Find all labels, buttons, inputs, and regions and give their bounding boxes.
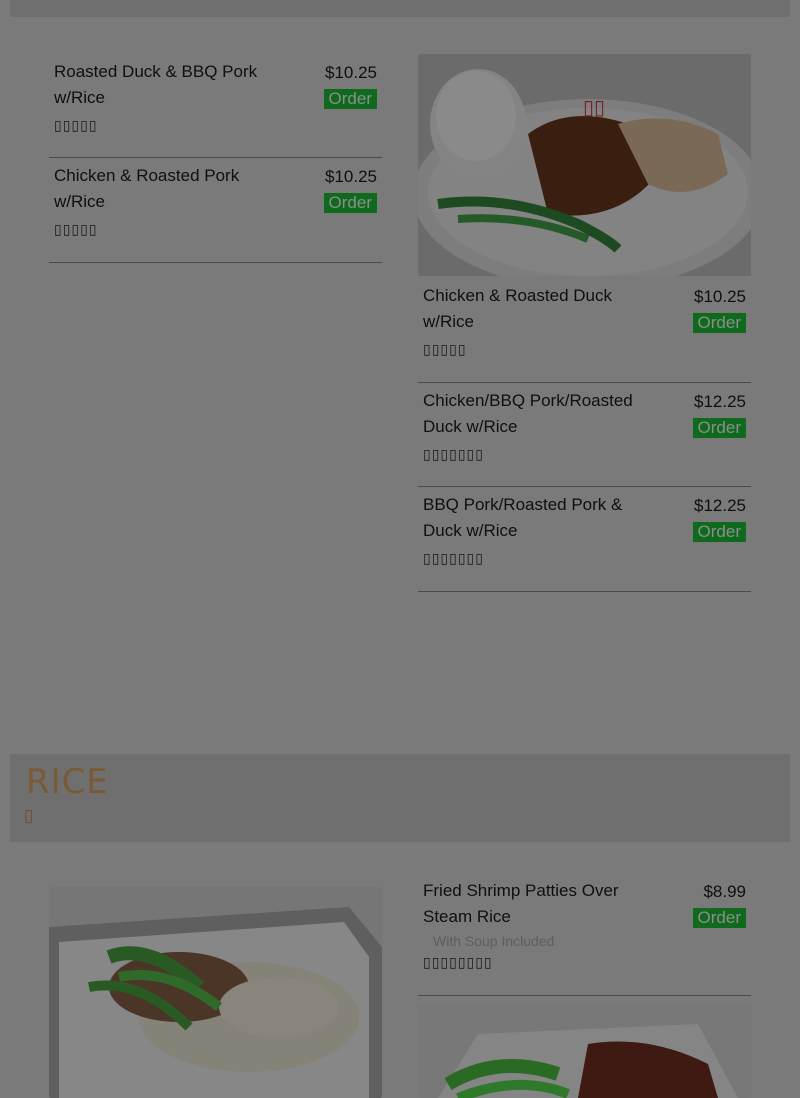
svg-text:▯▯: ▯▯ <box>583 95 605 119</box>
item-price: $8.99 <box>703 882 746 901</box>
item-name: Chicken/BBQ Pork/Roasted Duck w/Rice <box>423 391 633 436</box>
rice-dish-photo[interactable] <box>49 887 382 1098</box>
menu-list-right: Chicken & Roasted Duck w/Rice ▯▯▯▯▯ $10.… <box>418 278 751 592</box>
order-button[interactable]: Order <box>692 522 746 542</box>
menu-item: Chicken/BBQ Pork/Roasted Duck w/Rice ▯▯▯… <box>418 383 751 487</box>
item-price: $12.25 <box>694 496 746 515</box>
item-chinese-name: ▯▯▯▯▯▯▯ <box>423 446 484 462</box>
price-box: $8.99 Order <box>692 880 746 928</box>
item-chinese-name: ▯▯▯▯▯▯▯▯ <box>423 954 493 970</box>
menu-item: Roasted Duck & BBQ Pork w/Rice ▯▯▯▯▯ $10… <box>49 54 382 158</box>
price-box: $12.25 Order <box>692 494 746 542</box>
item-name: Chicken & Roasted Pork w/Rice <box>54 166 240 211</box>
item-chinese-name: ▯▯▯▯▯ <box>54 117 98 133</box>
menu-item: Fried Shrimp Patties Over Steam Rice Wit… <box>418 873 751 996</box>
item-price: $10.25 <box>694 287 746 306</box>
order-button[interactable]: Order <box>323 89 377 109</box>
order-button[interactable]: Order <box>692 908 746 928</box>
item-note: With Soup Included <box>433 933 555 949</box>
menu-item: Chicken & Roasted Pork w/Rice ▯▯▯▯▯ $10.… <box>49 158 382 263</box>
item-name: Roasted Duck & BBQ Pork w/Rice <box>54 62 258 107</box>
item-name: Chicken & Roasted Duck w/Rice <box>423 286 612 331</box>
menu-list-left: Roasted Duck & BBQ Pork w/Rice ▯▯▯▯▯ $10… <box>49 54 382 263</box>
item-name: BBQ Pork/Roasted Pork & Duck w/Rice <box>423 495 623 540</box>
price-box: $10.25 Order <box>323 61 377 109</box>
item-price: $10.25 <box>325 167 377 186</box>
section-title: RICE <box>26 762 109 802</box>
item-chinese-name: ▯▯▯▯▯▯▯ <box>423 550 484 566</box>
bbq-rice-photo[interactable] <box>418 1004 751 1098</box>
price-box: $12.25 Order <box>692 390 746 438</box>
menu-item: BBQ Pork/Roasted Pork & Duck w/Rice ▯▯▯▯… <box>418 487 751 592</box>
rice-menu-list: Fried Shrimp Patties Over Steam Rice Wit… <box>418 873 751 996</box>
section-subtitle-glyph: ▯ <box>24 806 34 825</box>
order-button[interactable]: Order <box>323 193 377 213</box>
item-chinese-name: ▯▯▯▯▯ <box>423 341 467 357</box>
rice-section-header: RICE ▯ <box>10 754 790 842</box>
price-box: $10.25 Order <box>323 165 377 213</box>
price-box: $10.25 Order <box>692 285 746 333</box>
item-price: $10.25 <box>325 63 377 82</box>
item-chinese-name: ▯▯▯▯▯ <box>54 221 98 237</box>
item-name: Fried Shrimp Patties Over Steam Rice <box>423 881 619 926</box>
order-button[interactable]: Order <box>692 313 746 333</box>
duck-platter-photo[interactable]: ▯▯ <box>418 54 751 276</box>
item-price: $12.25 <box>694 392 746 411</box>
order-button[interactable]: Order <box>692 418 746 438</box>
menu-item: Chicken & Roasted Duck w/Rice ▯▯▯▯▯ $10.… <box>418 278 751 383</box>
previous-section-bar <box>10 0 790 17</box>
